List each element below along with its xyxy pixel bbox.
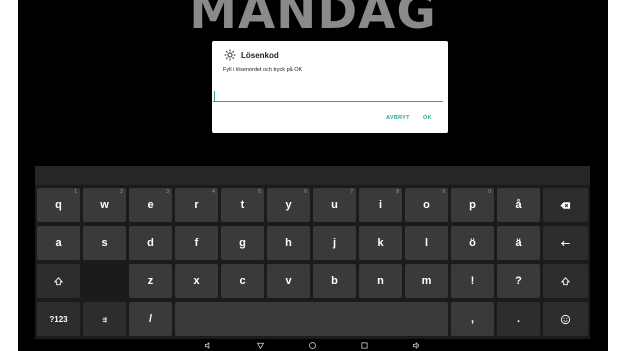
key-period[interactable]: . [497, 302, 540, 336]
key-s[interactable]: s [83, 226, 126, 260]
key-a[interactable]: a [37, 226, 80, 260]
dialog-title: Lösenkod [241, 50, 279, 60]
key-o-umlaut[interactable]: ö [451, 226, 494, 260]
cancel-button[interactable]: AVBRYT [386, 115, 410, 121]
key-n[interactable]: n [359, 264, 402, 298]
keyboard-suggestion-bar [35, 166, 590, 185]
gear-icon [224, 49, 236, 61]
smiley-icon [560, 314, 571, 324]
recents-square-icon [361, 342, 367, 348]
volume-down-button[interactable] [201, 339, 215, 351]
key-a-ring[interactable]: å [497, 188, 540, 222]
home-button[interactable] [305, 339, 319, 351]
language-icon: ⇶ [102, 316, 107, 323]
shift-key-left[interactable] [37, 264, 80, 298]
key-p[interactable]: p0 [451, 188, 494, 222]
ok-button[interactable]: OK [423, 115, 432, 121]
backspace-key[interactable] [543, 188, 588, 222]
emoji-key[interactable]: ☺︎ ⇶ [83, 302, 126, 336]
back-triangle-icon [256, 342, 264, 349]
recents-button[interactable] [357, 339, 371, 351]
system-nav-bar [35, 339, 590, 351]
key-e[interactable]: e3 [129, 188, 172, 222]
shift-icon [560, 276, 571, 285]
password-input[interactable] [213, 89, 443, 102]
key-r[interactable]: r4 [175, 188, 218, 222]
key-h[interactable]: h [267, 226, 310, 260]
key-d[interactable]: d [129, 226, 172, 260]
speaker-icon [204, 341, 209, 349]
key-exclamation[interactable]: ! [451, 264, 494, 298]
text-cursor [214, 91, 215, 101]
key-x[interactable]: x [175, 264, 218, 298]
key-y[interactable]: y6 [267, 188, 310, 222]
enter-arrow-icon [561, 240, 570, 246]
key-b[interactable]: b [313, 264, 356, 298]
backspace-icon [560, 201, 571, 209]
background-day-title: MÅNDAG [189, 0, 437, 40]
shift-key-right[interactable] [543, 264, 588, 298]
emoji-key-right[interactable] [543, 302, 588, 336]
key-question[interactable]: ? [497, 264, 540, 298]
enter-key[interactable] [543, 226, 588, 260]
key-u[interactable]: u7 [313, 188, 356, 222]
key-o[interactable]: o9 [405, 188, 448, 222]
passcode-dialog: Lösenkod Fyll i lösenordet och tryck på … [212, 41, 448, 133]
key-a-umlaut[interactable]: ä [497, 226, 540, 260]
key-j[interactable]: j [313, 226, 356, 260]
soft-keyboard: q1 w2 e3 r4 t5 y6 u7 i8 o9 p0 å a s d f … [35, 185, 590, 339]
key-z[interactable]: z [129, 264, 172, 298]
key-w[interactable]: w2 [83, 188, 126, 222]
key-l[interactable]: l [405, 226, 448, 260]
home-circle-icon [308, 341, 316, 349]
dialog-header: Lösenkod [224, 49, 279, 61]
svg-text:⇶: ⇶ [102, 316, 107, 323]
dialog-message: Fyll i lösenordet och tryck på OK [223, 67, 303, 73]
key-g[interactable]: g [221, 226, 264, 260]
key-v[interactable]: v [267, 264, 310, 298]
speaker-icon [412, 341, 419, 349]
key-t[interactable]: t5 [221, 188, 264, 222]
key-m[interactable]: m [405, 264, 448, 298]
key-comma[interactable]: , [451, 302, 494, 336]
key-i[interactable]: i8 [359, 188, 402, 222]
key-slash[interactable]: / [129, 302, 172, 336]
shift-icon [53, 276, 64, 285]
volume-up-button[interactable] [409, 339, 423, 351]
symbols-key[interactable]: ?123 [37, 302, 80, 336]
key-f[interactable]: f [175, 226, 218, 260]
space-bar[interactable] [175, 302, 448, 336]
back-button[interactable] [253, 339, 267, 351]
key-c[interactable]: c [221, 264, 264, 298]
key-k[interactable]: k [359, 226, 402, 260]
key-q[interactable]: q1 [37, 188, 80, 222]
key-spacer [83, 264, 126, 298]
